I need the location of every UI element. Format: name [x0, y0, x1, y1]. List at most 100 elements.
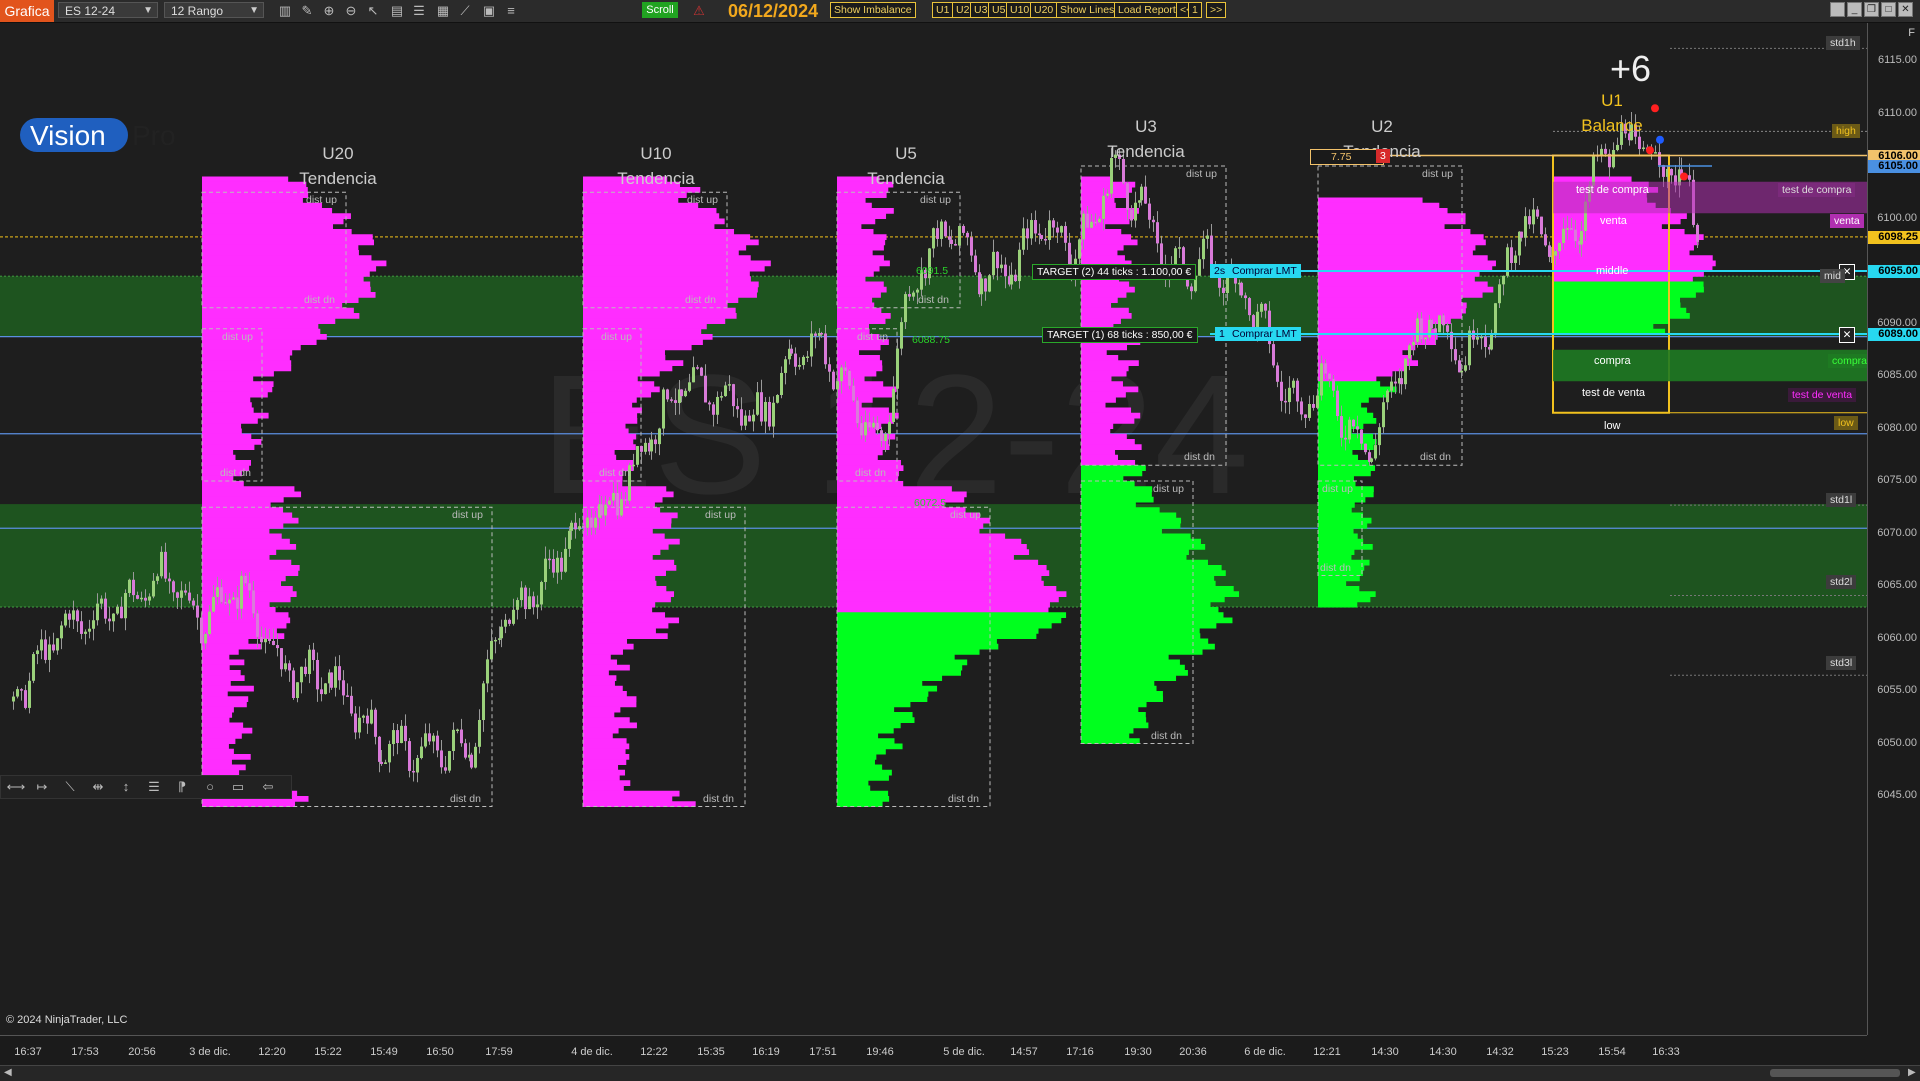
toolbar-btn-1[interactable]: 1 — [1188, 2, 1202, 18]
axis-corner-label[interactable]: F — [1908, 27, 1915, 39]
chart-panel[interactable]: ES 12-24 dist up dist dn dist up dist dn dis… — [0, 23, 1867, 1035]
dist-dn-label: dist dn — [599, 467, 630, 479]
bars-icon[interactable]: ▥ — [276, 2, 294, 19]
profile-name-U5: U5 — [895, 144, 917, 163]
std-label-1: std1l — [1826, 492, 1857, 507]
price-tick: 6085.00 — [1877, 369, 1917, 381]
time-tick: 16:33 — [1652, 1046, 1680, 1058]
toolbar-btn-u1[interactable]: U1 — [932, 2, 954, 18]
order-qty-0[interactable]: 2s — [1210, 264, 1230, 278]
ext-line-icon[interactable]: ⇹ — [87, 778, 109, 796]
time-tick: 12:21 — [1313, 1046, 1341, 1058]
line-tool-icon[interactable]: ⟷ — [5, 778, 27, 796]
list-icon[interactable]: ≡ — [502, 2, 520, 19]
order-target-0[interactable]: TARGET (2) 44 ticks : 1.100,00 € — [1032, 264, 1197, 280]
profile-name-U3: U3 — [1135, 117, 1157, 136]
toolbar-btn-[interactable]: >> — [1206, 2, 1227, 18]
properties-icon[interactable]: ▤ — [388, 2, 406, 19]
scroll-right-icon[interactable]: ▶ — [1908, 1067, 1916, 1078]
order-action-1[interactable]: Comprar LMT — [1228, 327, 1301, 341]
price-tick: 6115.00 — [1878, 54, 1917, 66]
venta-label: venta — [1600, 215, 1627, 228]
std-label-3: std3l — [1826, 655, 1857, 670]
text-tool-icon[interactable]: ⁋ — [171, 778, 193, 796]
scroll-thumb[interactable] — [1770, 1069, 1900, 1077]
low-label: low — [1604, 420, 1621, 433]
time-tick: 16:19 — [752, 1046, 780, 1058]
time-tick: 17:59 — [485, 1046, 513, 1058]
score-label: +6 — [1610, 48, 1652, 89]
fib-icon[interactable]: ☰ — [143, 778, 165, 796]
svg-text:Vision: Vision — [30, 120, 106, 151]
right-test-venta-label: test de venta — [1788, 387, 1857, 402]
profile-name-U2: U2 — [1371, 117, 1393, 136]
pencil-icon[interactable]: ✎ — [298, 2, 316, 19]
chevron-down-icon: ▼ — [143, 5, 153, 16]
right-low-label: low — [1834, 415, 1858, 430]
strategies-icon[interactable]: ⟋ — [456, 2, 474, 19]
restore-icon[interactable]: ❐ — [1864, 2, 1879, 17]
order-action-0[interactable]: Comprar LMT — [1228, 264, 1301, 278]
time-tick: 14:30 — [1429, 1046, 1457, 1058]
indicators-icon[interactable]: ▦ — [434, 2, 452, 19]
scroll-button[interactable]: Scroll — [642, 2, 678, 18]
maximize-icon[interactable]: □ — [1881, 2, 1896, 17]
level-label-3: 6072.5 — [914, 496, 947, 509]
dist-up-label: dist up — [920, 194, 951, 207]
toolbar-btn-showlines[interactable]: Show Lines — [1056, 2, 1119, 18]
order-close-icon[interactable]: ✕ — [1839, 327, 1855, 343]
alert-icon[interactable]: ⚠ — [690, 2, 708, 19]
zoom-out-icon[interactable]: ⊖ — [342, 2, 360, 19]
chart-date: 06/12/2024 — [728, 1, 819, 21]
arrow-tool-icon[interactable]: ⇦ — [257, 778, 279, 796]
order-target-1[interactable]: TARGET (1) 68 ticks : 850,00 € — [1042, 327, 1198, 343]
time-axis[interactable]: 16:37 17:53 20:56 3 de dic. 12:20 15:22 15:49 1… — [0, 1035, 1867, 1066]
price-tick: 6100.00 — [1877, 211, 1917, 224]
stop-box[interactable]: 7.75 — [1310, 148, 1384, 165]
ellipse-tool-icon[interactable]: ○ — [199, 778, 221, 796]
price-axis[interactable]: F 6115.00 6110.00 6105.00 6100.00 6095.00 609… — [1867, 23, 1920, 1035]
right-high-label: high — [1832, 124, 1860, 139]
dist-dn-label: dist dn — [1420, 451, 1451, 464]
profile-state-U1: Balance — [1581, 116, 1643, 135]
template-icon[interactable]: ☰ — [410, 2, 428, 19]
dist-dn-label: dist dn — [1184, 451, 1215, 464]
time-tick: 16:50 — [426, 1046, 454, 1058]
dist-up-label: dist up — [950, 509, 981, 522]
dist-dn-label: dist dn — [1320, 561, 1351, 574]
time-tick: 19:30 — [1124, 1046, 1152, 1058]
ray-tool-icon[interactable]: ↦ — [31, 778, 53, 796]
chart-tab[interactable]: Grafica — [0, 0, 54, 22]
price-tick: 6060.00 — [1877, 631, 1917, 644]
toolbar-btn-u20[interactable]: U20 — [1030, 2, 1058, 18]
dist-dn-label: dist dn — [685, 293, 716, 306]
horizontal-scrollbar[interactable]: ◀ ▶ — [0, 1065, 1920, 1081]
level-label-1: 6091.5 — [916, 264, 949, 277]
bartype-select[interactable]: 12 Rango ▼ — [164, 2, 264, 18]
tile-icon[interactable] — [1830, 2, 1845, 17]
time-tick: 14:32 — [1486, 1046, 1514, 1058]
dist-up-label: dist up — [1186, 168, 1217, 180]
minimize-icon[interactable]: _ — [1847, 2, 1862, 17]
order-qty-1[interactable]: 1 — [1215, 327, 1229, 341]
rectangle-tool-icon[interactable]: ▭ — [227, 778, 249, 796]
instrument-select[interactable]: ES 12-24 ▼ — [58, 2, 158, 18]
time-tick: 14:57 — [1010, 1046, 1038, 1058]
dataseries-icon[interactable]: ▣ — [480, 2, 498, 19]
toolbar-btn-loadreport[interactable]: Load Report — [1114, 2, 1180, 18]
price-tick: 6075.00 — [1877, 474, 1917, 486]
time-tick: 15:54 — [1598, 1046, 1626, 1058]
price-tick: 6110.00 — [1878, 106, 1917, 119]
stop-qty[interactable]: 3 — [1376, 148, 1390, 163]
vertical-line-icon[interactable]: ↕ — [115, 778, 137, 796]
price-tick: 6045.00 — [1877, 789, 1917, 801]
vision-pro-logo: Vision Pro — [20, 116, 190, 161]
dist-dn-label: dist dn — [948, 792, 979, 805]
zoom-in-icon[interactable]: ⊕ — [320, 2, 338, 19]
scroll-left-icon[interactable]: ◀ — [4, 1067, 12, 1078]
trend-line-icon[interactable]: ⟍ — [59, 778, 81, 796]
toolbar-btn-showimbalance[interactable]: Show Imbalance — [830, 2, 916, 18]
close-icon[interactable]: ✕ — [1898, 2, 1913, 17]
test-venta-label: test de venta — [1582, 386, 1645, 399]
pointer-icon[interactable]: ↖ — [364, 2, 382, 19]
